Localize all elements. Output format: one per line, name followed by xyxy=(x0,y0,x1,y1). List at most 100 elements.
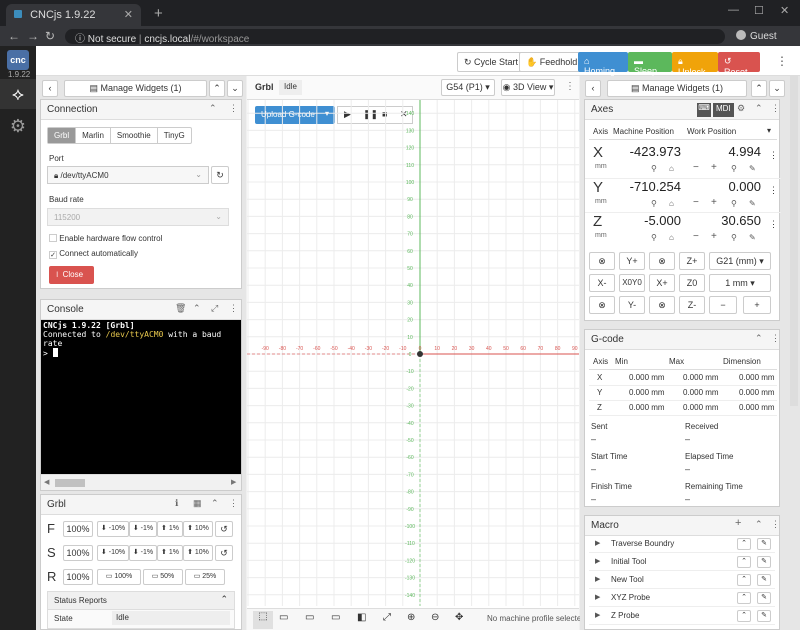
play-icon[interactable]: ▶ xyxy=(595,575,600,583)
feed-plus-1-button[interactable]: ⬆ 1% xyxy=(157,521,183,537)
axis-menu-icon[interactable]: ⋮ xyxy=(769,150,778,161)
jog-z-plus-button[interactable]: Z+ xyxy=(679,252,705,270)
view-dropdown[interactable]: ◉ 3D View ▾ xyxy=(501,79,555,96)
reset-button[interactable]: ↺ Reset xyxy=(718,52,760,77)
gear-icon[interactable]: ⚙ xyxy=(737,103,745,114)
auto-connect-checkbox[interactable]: ✓ xyxy=(49,251,57,259)
browser-tab[interactable]: CNCjs 1.9.22 ✕ xyxy=(6,4,141,26)
maximize-icon[interactable]: ☐ xyxy=(754,4,764,17)
widget-menu-icon[interactable]: ⋮ xyxy=(229,103,238,114)
feed-minus-10-button[interactable]: ⬇ -10% xyxy=(97,521,129,537)
step-decrease-button[interactable]: − xyxy=(709,296,737,314)
edit-macro-icon[interactable]: ✎ xyxy=(757,610,771,622)
visualizer-menu-icon[interactable]: ⋮ xyxy=(565,81,575,92)
widget-menu-icon[interactable]: ⋮ xyxy=(771,519,780,530)
scroll-thumb[interactable] xyxy=(55,479,85,487)
collapse-icon[interactable]: ⌃ xyxy=(209,103,217,114)
edit-icon[interactable]: ✎ xyxy=(749,233,756,242)
edit-macro-icon[interactable]: ✎ xyxy=(757,538,771,550)
unlock-button[interactable]: 🔒︎ Unlock xyxy=(672,52,718,77)
play-icon[interactable]: ▶ xyxy=(595,539,600,547)
jog-y-minus-button[interactable]: Y- xyxy=(619,296,645,314)
view-right-icon[interactable]: ▭ xyxy=(331,612,340,623)
collapse-icon[interactable]: ⌃ xyxy=(193,303,201,314)
mdi-button[interactable]: MDI xyxy=(713,103,734,117)
home-icon[interactable]: ⌂ xyxy=(669,233,674,242)
step-increase-button[interactable]: + xyxy=(743,296,771,314)
view-top-icon[interactable]: ▭ xyxy=(279,612,288,623)
edit-macro-icon[interactable]: ✎ xyxy=(757,592,771,604)
toolbar-menu-icon[interactable]: ⋮ xyxy=(776,54,788,68)
go-to-zero-icon[interactable]: ⚲ xyxy=(651,233,657,242)
rapid-25-button[interactable]: ▭ 25% xyxy=(185,569,225,585)
jog-x-plus-button[interactable]: X+ xyxy=(649,274,675,292)
list-item[interactable]: ▶ Traverse Boundry ⌃ ✎ xyxy=(589,536,775,553)
home-icon[interactable]: ⌂ xyxy=(669,199,674,208)
jog-x-minus-button[interactable]: X- xyxy=(589,274,615,292)
play-icon[interactable]: ▶ xyxy=(595,593,600,601)
jog-x-plus-y-plus-icon[interactable]: ⊗ xyxy=(649,252,675,270)
right-scrollbar[interactable] xyxy=(790,76,798,406)
plus-icon[interactable]: + xyxy=(711,162,717,173)
chevron-up-icon[interactable]: ⌃ xyxy=(751,80,767,97)
widget-menu-icon[interactable]: ⋮ xyxy=(229,498,238,509)
spindle-minus-10-button[interactable]: ⬇ -10% xyxy=(97,545,129,561)
edit-icon[interactable]: ✎ xyxy=(749,164,756,173)
add-macro-icon[interactable]: + xyxy=(735,517,741,529)
list-item[interactable]: ▶ Initial Tool ⌃ ✎ xyxy=(589,554,775,571)
chevron-left-icon[interactable]: ‹ xyxy=(585,80,601,97)
load-macro-icon[interactable]: ⌃ xyxy=(737,574,751,586)
forward-icon[interactable]: → xyxy=(27,29,39,43)
scroll-left-icon[interactable]: ◀ xyxy=(44,478,49,486)
homing-button[interactable]: ⌂ Homing xyxy=(578,52,628,76)
sleep-button[interactable]: ▬ Sleep xyxy=(628,52,672,76)
manage-widgets-button[interactable]: ▤ Manage Widgets (1) xyxy=(64,80,207,97)
load-macro-icon[interactable]: ⌃ xyxy=(737,610,751,622)
list-item[interactable]: ▶ Z Probe ⌃ ✎ xyxy=(589,608,775,625)
play-icon[interactable]: ▶ xyxy=(595,611,600,619)
minimize-icon[interactable]: — xyxy=(728,4,739,16)
cycle-start-button[interactable]: ↻ Cycle Start xyxy=(457,52,526,72)
view-front-icon[interactable]: ▭ xyxy=(305,612,314,623)
go-to-z0-button[interactable]: Z0 xyxy=(679,274,705,292)
visualizer-canvas[interactable]: -90 -80 -70 -60 -50 -40 -30 -20 -10 0 10 20 30 40 50 60… xyxy=(247,100,579,606)
back-icon[interactable]: ← xyxy=(8,29,20,43)
expand-icon[interactable]: ⤢ xyxy=(211,303,218,314)
minus-icon[interactable]: − xyxy=(693,162,699,173)
edit-macro-icon[interactable]: ✎ xyxy=(757,574,771,586)
minus-icon[interactable]: − xyxy=(693,197,699,208)
close-tab-icon[interactable]: ✕ xyxy=(124,8,133,21)
edit-macro-icon[interactable]: ✎ xyxy=(757,556,771,568)
zoom-in-icon[interactable]: ⊕ xyxy=(407,612,415,623)
set-zero-icon[interactable]: ⚲ xyxy=(731,199,737,208)
set-zero-icon[interactable]: ⚲ xyxy=(731,233,737,242)
load-macro-icon[interactable]: ⌃ xyxy=(737,538,751,550)
tab-tinyg[interactable]: TinyG xyxy=(156,128,191,143)
edit-icon[interactable]: ✎ xyxy=(749,199,756,208)
feed-plus-10-button[interactable]: ⬆ 10% xyxy=(183,521,213,537)
spindle-plus-1-button[interactable]: ⬆ 1% xyxy=(157,545,183,561)
spindle-plus-10-button[interactable]: ⬆ 10% xyxy=(183,545,213,561)
load-macro-icon[interactable]: ⌃ xyxy=(737,556,751,568)
scroll-right-icon[interactable]: ▶ xyxy=(231,478,236,486)
info-icon[interactable]: ℹ xyxy=(175,498,178,509)
jog-x-plus-y-minus-icon[interactable]: ⊗ xyxy=(649,296,675,314)
collapse-icon[interactable]: ⌃ xyxy=(755,103,763,114)
refresh-ports-icon[interactable]: ↻ xyxy=(211,166,229,184)
chevron-up-icon[interactable]: ⌃ xyxy=(209,80,225,97)
set-zero-icon[interactable]: ⚲ xyxy=(731,164,737,173)
axis-menu-icon[interactable]: ⋮ xyxy=(769,219,778,230)
trash-icon[interactable]: 🗑︎ xyxy=(175,303,186,314)
tab-grbl[interactable]: Grbl xyxy=(48,128,76,143)
hw-flow-control-row[interactable]: Enable hardware flow control xyxy=(49,234,162,243)
collapse-icon[interactable]: ⌃ xyxy=(755,333,763,344)
hw-flow-checkbox[interactable] xyxy=(49,234,57,242)
pan-icon[interactable]: ✥ xyxy=(455,612,463,623)
feed-minus-1-button[interactable]: ⬇ -1% xyxy=(129,521,157,537)
profile-button[interactable]: Guest xyxy=(736,30,777,42)
home-icon[interactable]: ⌂ xyxy=(669,164,674,173)
wcs-dropdown[interactable]: G54 (P1) ▾ xyxy=(441,79,495,96)
go-to-xy0-button[interactable]: X0Y0 xyxy=(619,274,645,292)
close-window-icon[interactable]: ✕ xyxy=(780,4,789,17)
zoom-out-icon[interactable]: ⊖ xyxy=(431,612,439,623)
